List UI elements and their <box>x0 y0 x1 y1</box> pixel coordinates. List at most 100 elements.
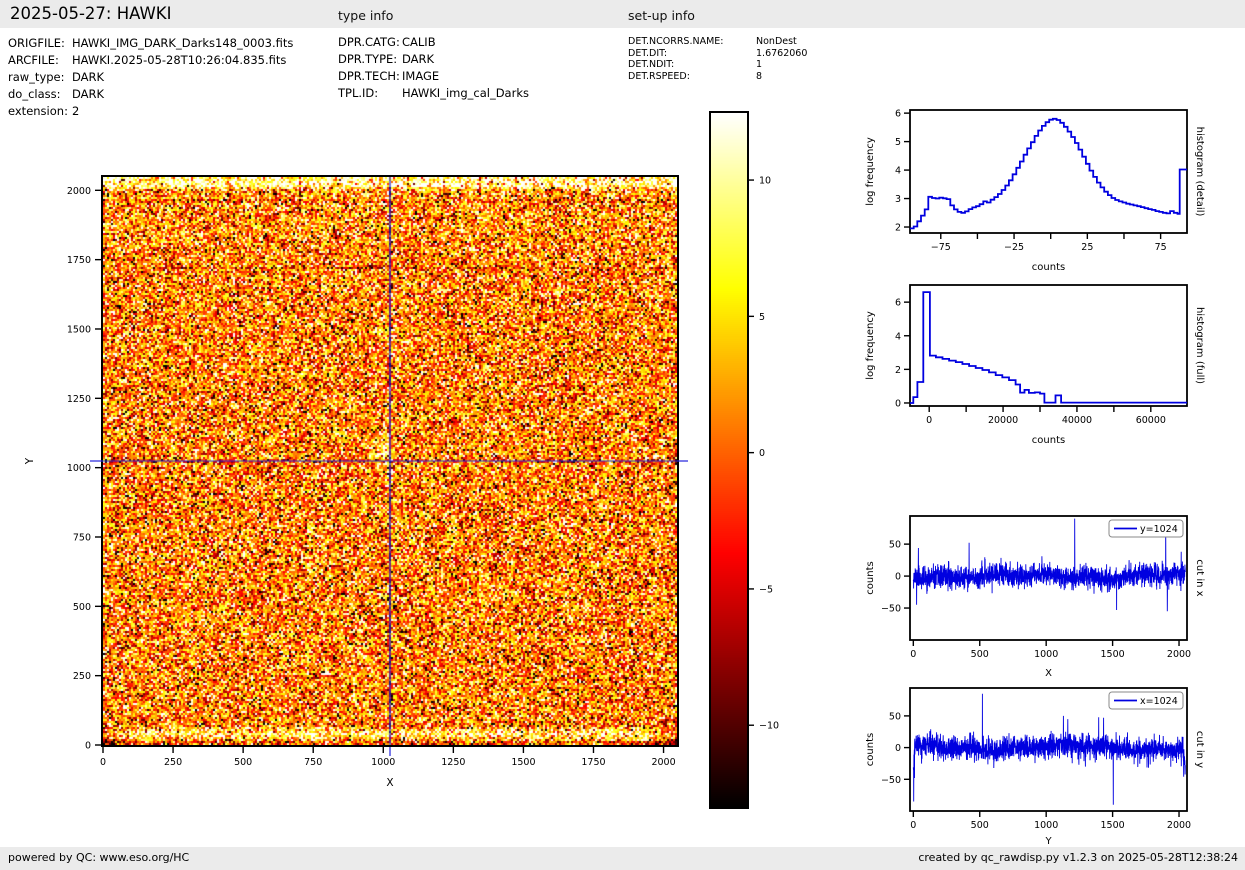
y-tick-label: 1500 <box>67 324 91 335</box>
meta-label: DET.NCORRS.NAME: <box>628 36 756 47</box>
data-series <box>910 119 1187 229</box>
y-axis-label: counts <box>865 561 876 594</box>
y-tick-label: 3 <box>895 194 901 205</box>
x-axis-label: counts <box>1032 435 1065 446</box>
y-axis-label: log frequency <box>865 137 876 206</box>
meta-label: ARCFILE: <box>8 53 72 67</box>
meta-row: DPR.TECH:IMAGE <box>338 69 439 83</box>
colorbar-ticks: 1050−5−10 <box>747 105 807 820</box>
x-tick-label: 1500 <box>511 757 535 768</box>
meta-value: 1 <box>756 59 762 70</box>
meta-label: ORIGFILE: <box>8 36 72 50</box>
y-tick-label: 4 <box>895 166 901 177</box>
data-series <box>910 292 1187 403</box>
x-tick-label: 20000 <box>988 415 1018 426</box>
meta-row: TPL.ID:HAWKI_img_cal_Darks <box>338 86 529 100</box>
x-tick-label: 2000 <box>1167 820 1191 831</box>
colorbar-tick-label: −10 <box>759 721 779 732</box>
qc-report-page: 2025-05-27: HAWKI type info set-up info … <box>0 0 1245 870</box>
y-tick-label: 6 <box>895 298 901 309</box>
y-tick-label: 0 <box>895 743 901 754</box>
x-tick-label: 0 <box>910 649 916 660</box>
side-label: cut in y <box>1194 731 1205 768</box>
meta-row: DPR.TYPE:DARK <box>338 52 434 66</box>
colorbar-frame <box>709 111 749 809</box>
x-tick-label: 75 <box>1155 242 1167 253</box>
y-tick-label: 0 <box>85 741 91 752</box>
x-tick-label: 2000 <box>1167 649 1191 660</box>
y-tick-label: 1250 <box>67 394 91 405</box>
meta-row: DPR.CATG:CALIB <box>338 35 436 49</box>
y-tick-label: 750 <box>73 532 91 543</box>
y-tick-label: 2 <box>895 223 901 234</box>
colorbar-tick-label: 5 <box>759 312 765 323</box>
x-tick-label: 500 <box>234 757 252 768</box>
meta-value: DARK <box>402 52 434 66</box>
y-axis-label: log frequency <box>865 311 876 380</box>
histogram-detail-plot: −75−25257523456countslog frequencyhistog… <box>845 92 1245 280</box>
y-tick-label: 500 <box>73 602 91 613</box>
x-tick-label: 25 <box>1081 242 1093 253</box>
header-bar <box>0 0 1245 28</box>
meta-row: DET.DIT:1.6762060 <box>628 48 807 59</box>
x-tick-label: 60000 <box>1136 415 1166 426</box>
setup-info-header: set-up info <box>628 8 695 23</box>
legend-label: y=1024 <box>1140 524 1178 535</box>
meta-value: DARK <box>72 70 104 84</box>
y-tick-label: 1750 <box>67 255 91 266</box>
y-axis-label: counts <box>865 733 876 766</box>
x-tick-label: 40000 <box>1062 415 1092 426</box>
type-info-header: type info <box>338 8 393 23</box>
meta-label: raw_type: <box>8 70 72 84</box>
meta-row: ARCFILE:HAWKI.2025-05-28T10:26:04.835.fi… <box>8 53 286 67</box>
meta-label: DET.DIT: <box>628 48 756 59</box>
x-tick-label: 500 <box>971 820 989 831</box>
x-tick-label: 0 <box>910 820 916 831</box>
page-title: 2025-05-27: HAWKI <box>10 4 172 23</box>
y-tick-label: 1000 <box>67 463 91 474</box>
y-tick-label: 2000 <box>67 186 91 197</box>
footer-right-text: created by qc_rawdisp.py v1.2.3 on 2025-… <box>918 851 1238 864</box>
y-tick-label: 5 <box>895 137 901 148</box>
x-tick-label: 1500 <box>1101 820 1125 831</box>
y-tick-label: −50 <box>881 604 901 615</box>
meta-row: DET.NCORRS.NAME:NonDest <box>628 36 797 47</box>
meta-label: DPR.TYPE: <box>338 52 402 66</box>
x-tick-label: 1250 <box>441 757 465 768</box>
plot-frame <box>910 110 1187 233</box>
meta-value: DARK <box>72 87 104 101</box>
x-tick-label: 1000 <box>1034 649 1058 660</box>
meta-value: NonDest <box>756 36 797 47</box>
y-tick-label: 0 <box>895 398 901 409</box>
y-tick-label: 4 <box>895 331 901 342</box>
meta-label: DPR.CATG: <box>338 35 402 49</box>
x-tick-label: 750 <box>304 757 322 768</box>
meta-value: HAWKI_img_cal_Darks <box>402 86 529 100</box>
meta-value: 8 <box>756 71 762 82</box>
cut-in-x-plot: 0500100015002000−50050Xcountscut in xy=1… <box>845 498 1245 686</box>
x-tick-label: 1500 <box>1101 649 1125 660</box>
meta-row: extension:2 <box>8 104 79 118</box>
colorbar-tick-label: −5 <box>759 584 773 595</box>
x-tick-label: 1000 <box>371 757 395 768</box>
x-axis-label: Y <box>1044 836 1052 847</box>
legend-label: x=1024 <box>1140 696 1178 707</box>
x-tick-label: 0 <box>100 757 106 768</box>
meta-row: DET.NDIT:1 <box>628 59 762 70</box>
y-tick-label: 6 <box>895 109 901 120</box>
x-tick-label: 0 <box>926 415 932 426</box>
meta-value: 2 <box>72 104 79 118</box>
x-tick-label: 1000 <box>1034 820 1058 831</box>
meta-value: IMAGE <box>402 69 439 83</box>
meta-label: DPR.TECH: <box>338 69 402 83</box>
y-tick-label: 2 <box>895 365 901 376</box>
meta-label: DET.NDIT: <box>628 59 756 70</box>
y-tick-label: 0 <box>895 572 901 583</box>
meta-row: do_class:DARK <box>8 87 104 101</box>
y-axis-label: Y <box>24 457 36 465</box>
main-plot-axes: 0250500750100012501500175020000250500750… <box>20 150 820 830</box>
meta-value: HAWKI.2025-05-28T10:26:04.835.fits <box>72 53 286 67</box>
meta-label: extension: <box>8 104 72 118</box>
histogram-full-plot: 02000040000600000246countslog frequencyh… <box>845 267 1245 453</box>
colorbar-gradient <box>711 113 747 807</box>
